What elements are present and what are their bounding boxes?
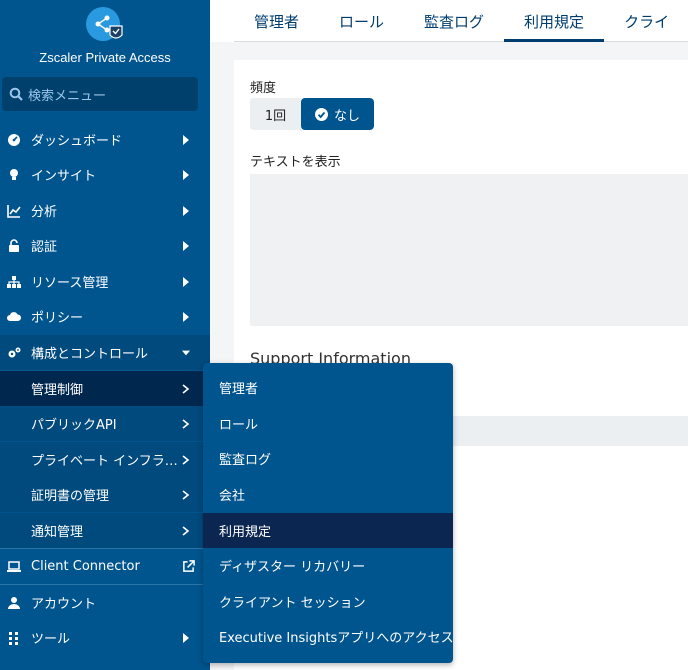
sidebar-item-resource-management[interactable]: リソース管理 [0, 264, 210, 299]
sidebar-item-analytics[interactable]: 分析 [0, 193, 210, 228]
flyout-item-roles[interactable]: ロール [203, 406, 453, 441]
brand: Zscaler Private Access [0, 0, 210, 73]
sidebar-subitem-label: 管理制御 [31, 383, 84, 398]
chevron-right-icon [181, 311, 191, 322]
flyout-item-disaster-recovery[interactable]: ディザスター リカバリー [203, 548, 453, 583]
sidebar-item-label: リソース管理 [31, 276, 109, 291]
tab-bar: 管理者 ロール 監査ログ 利用規定 クライ [234, 0, 688, 42]
tab-administrators[interactable]: 管理者 [234, 0, 319, 42]
flyout-item-administrators[interactable]: 管理者 [203, 370, 453, 405]
lock-icon [6, 238, 22, 254]
flyout-item-client-sessions[interactable]: クライアント セッション [203, 584, 453, 619]
sidebar-subitem-label: プライベート インフラ… [31, 454, 178, 469]
sidebar-subitem-private-infra[interactable]: プライベート インフラ… [0, 442, 210, 477]
tab-terms-of-use[interactable]: 利用規定 [504, 0, 605, 42]
option-once-button[interactable]: 1回 [250, 98, 301, 130]
search-placeholder: 検索メニュー [28, 88, 107, 104]
sidebar-subitem-label: 通知管理 [31, 525, 84, 540]
sidebar-subitem-notifications[interactable]: 通知管理 [0, 513, 210, 548]
option-none-label: なし [333, 108, 360, 124]
sidebar-item-label: インサイト [31, 169, 97, 184]
chevron-right-icon [181, 418, 191, 429]
chevron-right-icon [181, 169, 191, 180]
display-text-label: テキストを表示 [250, 155, 341, 170]
sidebar-item-policy[interactable]: ポリシー [0, 299, 210, 334]
sidebar-item-label: ツール [31, 632, 71, 647]
sidebar-item-label: アカウント [31, 597, 97, 612]
user-icon [6, 595, 22, 611]
sidebar-subitem-public-api[interactable]: パブリックAPI [0, 406, 210, 441]
sidebar-item-dashboard[interactable]: ダッシュボード [0, 122, 210, 157]
sidebar-item-label: 認証 [31, 240, 58, 255]
flyout-item-executive-insights[interactable]: Executive Insightsアプリへのアクセス [203, 619, 453, 654]
brand-title: Zscaler Private Access [39, 50, 171, 65]
chevron-right-icon [181, 240, 191, 251]
chevron-right-icon [181, 454, 191, 465]
chevron-right-icon [181, 525, 191, 536]
option-none-button[interactable]: なし [301, 98, 374, 130]
sidebar-item-insights[interactable]: インサイト [0, 157, 210, 192]
laptop-icon [6, 559, 22, 575]
sidebar-item-label: 構成とコントロール [31, 347, 149, 362]
sidebar-item-authentication[interactable]: 認証 [0, 228, 210, 263]
chevron-right-icon [181, 383, 191, 394]
tab-client[interactable]: クライ [604, 0, 688, 42]
chevron-right-icon [181, 276, 191, 287]
external-link-icon [181, 560, 195, 574]
sidebar-subitem-label: 証明書の管理 [31, 489, 110, 504]
grid-dots-icon [6, 630, 22, 646]
sidebar-item-configuration[interactable]: 構成とコントロール [0, 335, 210, 370]
sidebar-item-label: ダッシュボード [31, 134, 123, 149]
sidebar-subitem-label: パブリックAPI [31, 418, 117, 433]
chevron-right-icon [181, 632, 191, 643]
flyout-item-terms-of-use[interactable]: 利用規定 [203, 513, 453, 548]
chevron-right-icon [181, 205, 191, 216]
sidebar-subitem-admin-control[interactable]: 管理制御 [0, 371, 210, 406]
tab-roles[interactable]: ロール [319, 0, 404, 42]
check-circle-icon [314, 107, 328, 121]
cloud-icon [6, 309, 22, 325]
flyout-item-audit-log[interactable]: 監査ログ [203, 441, 453, 476]
sitemap-icon [6, 274, 22, 290]
sidebar-item-client-connector[interactable]: Client Connector [0, 549, 210, 584]
sidebar-item-tools[interactable]: ツール [0, 620, 210, 655]
frequency-toggle: 1回 なし [250, 98, 374, 130]
chevron-right-icon [181, 489, 191, 500]
sidebar-item-label: ポリシー [31, 311, 84, 326]
sidebar-subitem-certificates[interactable]: 証明書の管理 [0, 477, 210, 512]
sidebar-item-account[interactable]: アカウント [0, 585, 210, 620]
line-chart-icon [6, 203, 22, 219]
search-icon [9, 87, 23, 101]
gauge-icon [6, 132, 22, 148]
admin-control-flyout-menu: 管理者 ロール 監査ログ 会社 利用規定 ディザスター リカバリー クライアント… [203, 363, 453, 663]
display-text-input[interactable] [250, 174, 688, 326]
search-input[interactable]: 検索メニュー [2, 77, 198, 111]
sidebar-item-label: Client Connector [31, 559, 140, 574]
flyout-item-company[interactable]: 会社 [203, 477, 453, 512]
chevron-down-icon [181, 348, 191, 358]
chevron-right-icon [181, 134, 191, 145]
zscaler-logo-icon [86, 7, 124, 45]
frequency-label: 頻度 [250, 81, 277, 96]
gears-icon [6, 345, 22, 361]
sidebar-item-label: 分析 [31, 205, 58, 220]
sidebar: Zscaler Private Access 検索メニュー ダッシュボード イン… [0, 0, 210, 670]
lightbulb-icon [6, 167, 22, 183]
tab-audit-log[interactable]: 監査ログ [404, 0, 504, 42]
